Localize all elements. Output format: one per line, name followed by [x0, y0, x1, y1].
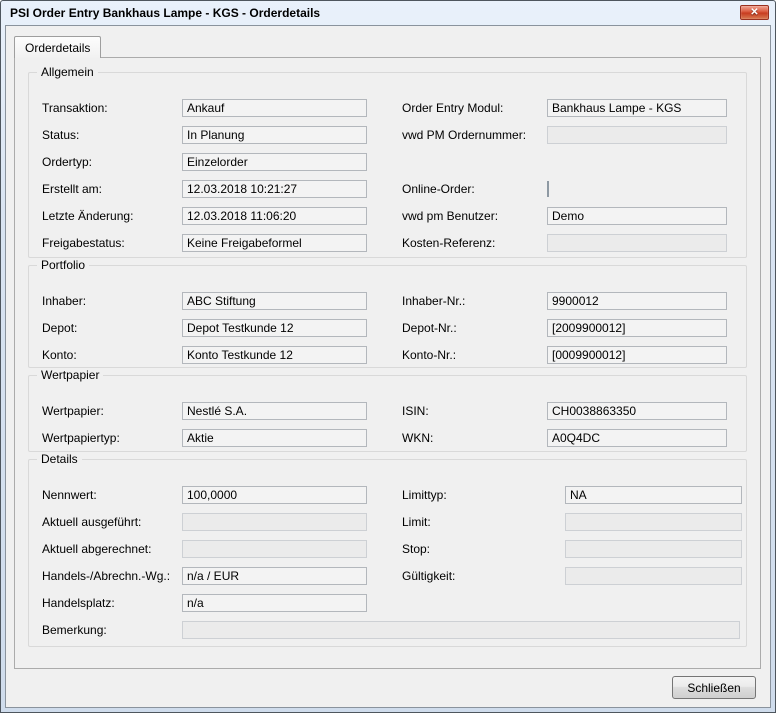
group-details: Details Nennwert: 100,0000 Limittyp: NA …: [28, 459, 747, 647]
inhaber-label: Inhaber:: [42, 294, 182, 308]
kosten-referenz-field[interactable]: [547, 234, 727, 252]
depot-nr-label: Depot-Nr.:: [402, 321, 547, 335]
vwd-pm-benutzer-label: vwd pm Benutzer:: [402, 209, 547, 223]
limittyp-label: Limittyp:: [402, 488, 565, 502]
close-button[interactable]: ✕: [740, 5, 769, 20]
row-nennwert: Nennwert: 100,0000 Limittyp: NA: [29, 481, 746, 508]
row-transaktion: Transaktion: Ankauf Order Entry Modul: B…: [29, 94, 746, 121]
handels-wg-label: Handels-/Abrechn.-Wg.:: [42, 569, 182, 583]
konto-field[interactable]: Konto Testkunde 12: [182, 346, 367, 364]
group-wertpapier: Wertpapier Wertpapier: Nestlé S.A. ISIN:…: [28, 375, 747, 452]
row-wertpapier: Wertpapier: Nestlé S.A. ISIN: CH00388633…: [29, 397, 746, 424]
stop-label: Stop:: [402, 542, 565, 556]
wertpapier-label: Wertpapier:: [42, 404, 182, 418]
row-handels-wg: Handels-/Abrechn.-Wg.: n/a / EUR Gültigk…: [29, 562, 746, 589]
group-allgemein: Allgemein Transaktion: Ankauf Order Entr…: [28, 72, 747, 258]
aktuell-ausgefuehrt-label: Aktuell ausgeführt:: [42, 515, 182, 529]
inhaber-nr-field[interactable]: 9900012: [547, 292, 727, 310]
order-entry-modul-label: Order Entry Modul:: [402, 101, 547, 115]
erstellt-am-field[interactable]: 12.03.2018 10:21:27: [182, 180, 367, 198]
row-ordertyp: Ordertyp: Einzelorder: [29, 148, 746, 175]
dialog-window: PSI Order Entry Bankhaus Lampe - KGS - O…: [0, 0, 776, 713]
tab-orderdetails[interactable]: Orderdetails: [14, 36, 101, 58]
row-wertpapiertyp: Wertpapiertyp: Aktie WKN: A0Q4DC: [29, 424, 746, 451]
row-erstellt-am: Erstellt am: 12.03.2018 10:21:27 Online-…: [29, 175, 746, 202]
bemerkung-field[interactable]: [182, 621, 740, 639]
stop-field[interactable]: [565, 540, 742, 558]
vwd-pm-ordernummer-field[interactable]: [547, 126, 727, 144]
limit-field[interactable]: [565, 513, 742, 531]
group-details-title: Details: [37, 452, 82, 466]
group-wertpapier-title: Wertpapier: [37, 368, 103, 382]
kosten-referenz-label: Kosten-Referenz:: [402, 236, 547, 250]
gueltigkeit-field[interactable]: [565, 567, 742, 585]
konto-nr-label: Konto-Nr.:: [402, 348, 547, 362]
vwd-pm-ordernummer-label: vwd PM Ordernummer:: [402, 128, 547, 142]
nennwert-field[interactable]: 100,0000: [182, 486, 367, 504]
titlebar[interactable]: PSI Order Entry Bankhaus Lampe - KGS - O…: [1, 1, 775, 25]
row-depot: Depot: Depot Testkunde 12 Depot-Nr.: [20…: [29, 314, 746, 341]
freigabestatus-label: Freigabestatus:: [42, 236, 182, 250]
window-title: PSI Order Entry Bankhaus Lampe - KGS - O…: [10, 6, 320, 20]
letzte-aenderung-field[interactable]: 12.03.2018 11:06:20: [182, 207, 367, 225]
status-field[interactable]: In Planung: [182, 126, 367, 144]
row-freigabestatus: Freigabestatus: Keine Freigabeformel Kos…: [29, 229, 746, 256]
letzte-aenderung-label: Letzte Änderung:: [42, 209, 182, 223]
group-portfolio: Portfolio Inhaber: ABC Stiftung Inhaber-…: [28, 265, 747, 368]
bemerkung-label: Bemerkung:: [42, 623, 182, 637]
transaktion-field[interactable]: Ankauf: [182, 99, 367, 117]
schliessen-button[interactable]: Schließen: [672, 676, 756, 699]
row-handelsplatz: Handelsplatz: n/a: [29, 589, 746, 616]
handels-wg-field[interactable]: n/a / EUR: [182, 567, 367, 585]
ordertyp-label: Ordertyp:: [42, 155, 182, 169]
aktuell-ausgefuehrt-field[interactable]: [182, 513, 367, 531]
depot-field[interactable]: Depot Testkunde 12: [182, 319, 367, 337]
wkn-field[interactable]: A0Q4DC: [547, 429, 727, 447]
online-order-checkbox[interactable]: [547, 181, 549, 197]
ordertyp-field[interactable]: Einzelorder: [182, 153, 367, 171]
row-bemerkung: Bemerkung:: [29, 616, 746, 643]
inhaber-nr-label: Inhaber-Nr.:: [402, 294, 547, 308]
limit-label: Limit:: [402, 515, 565, 529]
group-portfolio-title: Portfolio: [37, 258, 89, 272]
inhaber-field[interactable]: ABC Stiftung: [182, 292, 367, 310]
erstellt-am-label: Erstellt am:: [42, 182, 182, 196]
depot-nr-field[interactable]: [2009900012]: [547, 319, 727, 337]
row-aktuell-ausgefuehrt: Aktuell ausgeführt: Limit:: [29, 508, 746, 535]
aktuell-abgerechnet-label: Aktuell abgerechnet:: [42, 542, 182, 556]
wertpapiertyp-label: Wertpapiertyp:: [42, 431, 182, 445]
online-order-label: Online-Order:: [402, 182, 547, 196]
depot-label: Depot:: [42, 321, 182, 335]
aktuell-abgerechnet-field[interactable]: [182, 540, 367, 558]
group-allgemein-title: Allgemein: [37, 65, 98, 79]
konto-nr-field[interactable]: [0009900012]: [547, 346, 727, 364]
transaktion-label: Transaktion:: [42, 101, 182, 115]
close-icon: ✕: [750, 8, 758, 18]
order-entry-modul-field[interactable]: Bankhaus Lampe - KGS: [547, 99, 727, 117]
row-inhaber: Inhaber: ABC Stiftung Inhaber-Nr.: 99000…: [29, 287, 746, 314]
wertpapier-field[interactable]: Nestlé S.A.: [182, 402, 367, 420]
row-konto: Konto: Konto Testkunde 12 Konto-Nr.: [00…: [29, 341, 746, 368]
gueltigkeit-label: Gültigkeit:: [402, 569, 565, 583]
dialog-body: Orderdetails Allgemein Transaktion: Anka…: [5, 25, 771, 708]
row-status: Status: In Planung vwd PM Ordernummer:: [29, 121, 746, 148]
wkn-label: WKN:: [402, 431, 547, 445]
tab-panel: Allgemein Transaktion: Ankauf Order Entr…: [14, 57, 761, 669]
vwd-pm-benutzer-field[interactable]: Demo: [547, 207, 727, 225]
isin-label: ISIN:: [402, 404, 547, 418]
konto-label: Konto:: [42, 348, 182, 362]
limittyp-field[interactable]: NA: [565, 486, 742, 504]
wertpapiertyp-field[interactable]: Aktie: [182, 429, 367, 447]
handelsplatz-field[interactable]: n/a: [182, 594, 367, 612]
handelsplatz-label: Handelsplatz:: [42, 596, 182, 610]
freigabestatus-field[interactable]: Keine Freigabeformel: [182, 234, 367, 252]
isin-field[interactable]: CH0038863350: [547, 402, 727, 420]
row-letzte-aenderung: Letzte Änderung: 12.03.2018 11:06:20 vwd…: [29, 202, 746, 229]
nennwert-label: Nennwert:: [42, 488, 182, 502]
status-label: Status:: [42, 128, 182, 142]
row-aktuell-abgerechnet: Aktuell abgerechnet: Stop:: [29, 535, 746, 562]
